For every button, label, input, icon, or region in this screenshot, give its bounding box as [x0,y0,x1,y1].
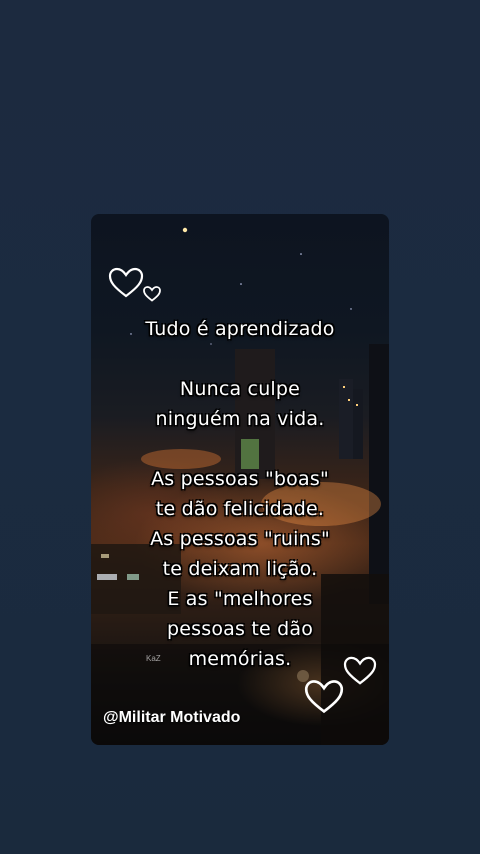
heart-outline-icon [304,680,344,714]
quote-spacer [91,434,389,464]
quote-line: Nunca culpe [179,378,301,400]
quote-line: te deixam lição. [162,558,318,580]
quote-text: Tudo é aprendizado Nunca culpe ninguém n… [91,314,389,674]
quote-line: As pessoas "boas" [151,468,329,490]
quote-line: E as "melhores [167,588,313,610]
image-card: Tudo é aprendizado Nunca culpe ninguém n… [91,214,389,745]
quote-line: te dão felicidade. [155,498,325,520]
author-credit: @Militar Motivado [103,709,241,726]
heart-outline-icon [143,286,161,302]
quote-line: Tudo é aprendizado [145,318,335,340]
heart-outline-icon [343,656,377,685]
quote-spacer [91,344,389,374]
heart-outline-icon [108,267,144,298]
quote-line: ninguém na vida. [155,408,325,430]
watermark-text: KaZ [146,654,161,663]
quote-line: As pessoas "ruins" [150,528,330,550]
quote-line: pessoas te dão [166,618,314,640]
